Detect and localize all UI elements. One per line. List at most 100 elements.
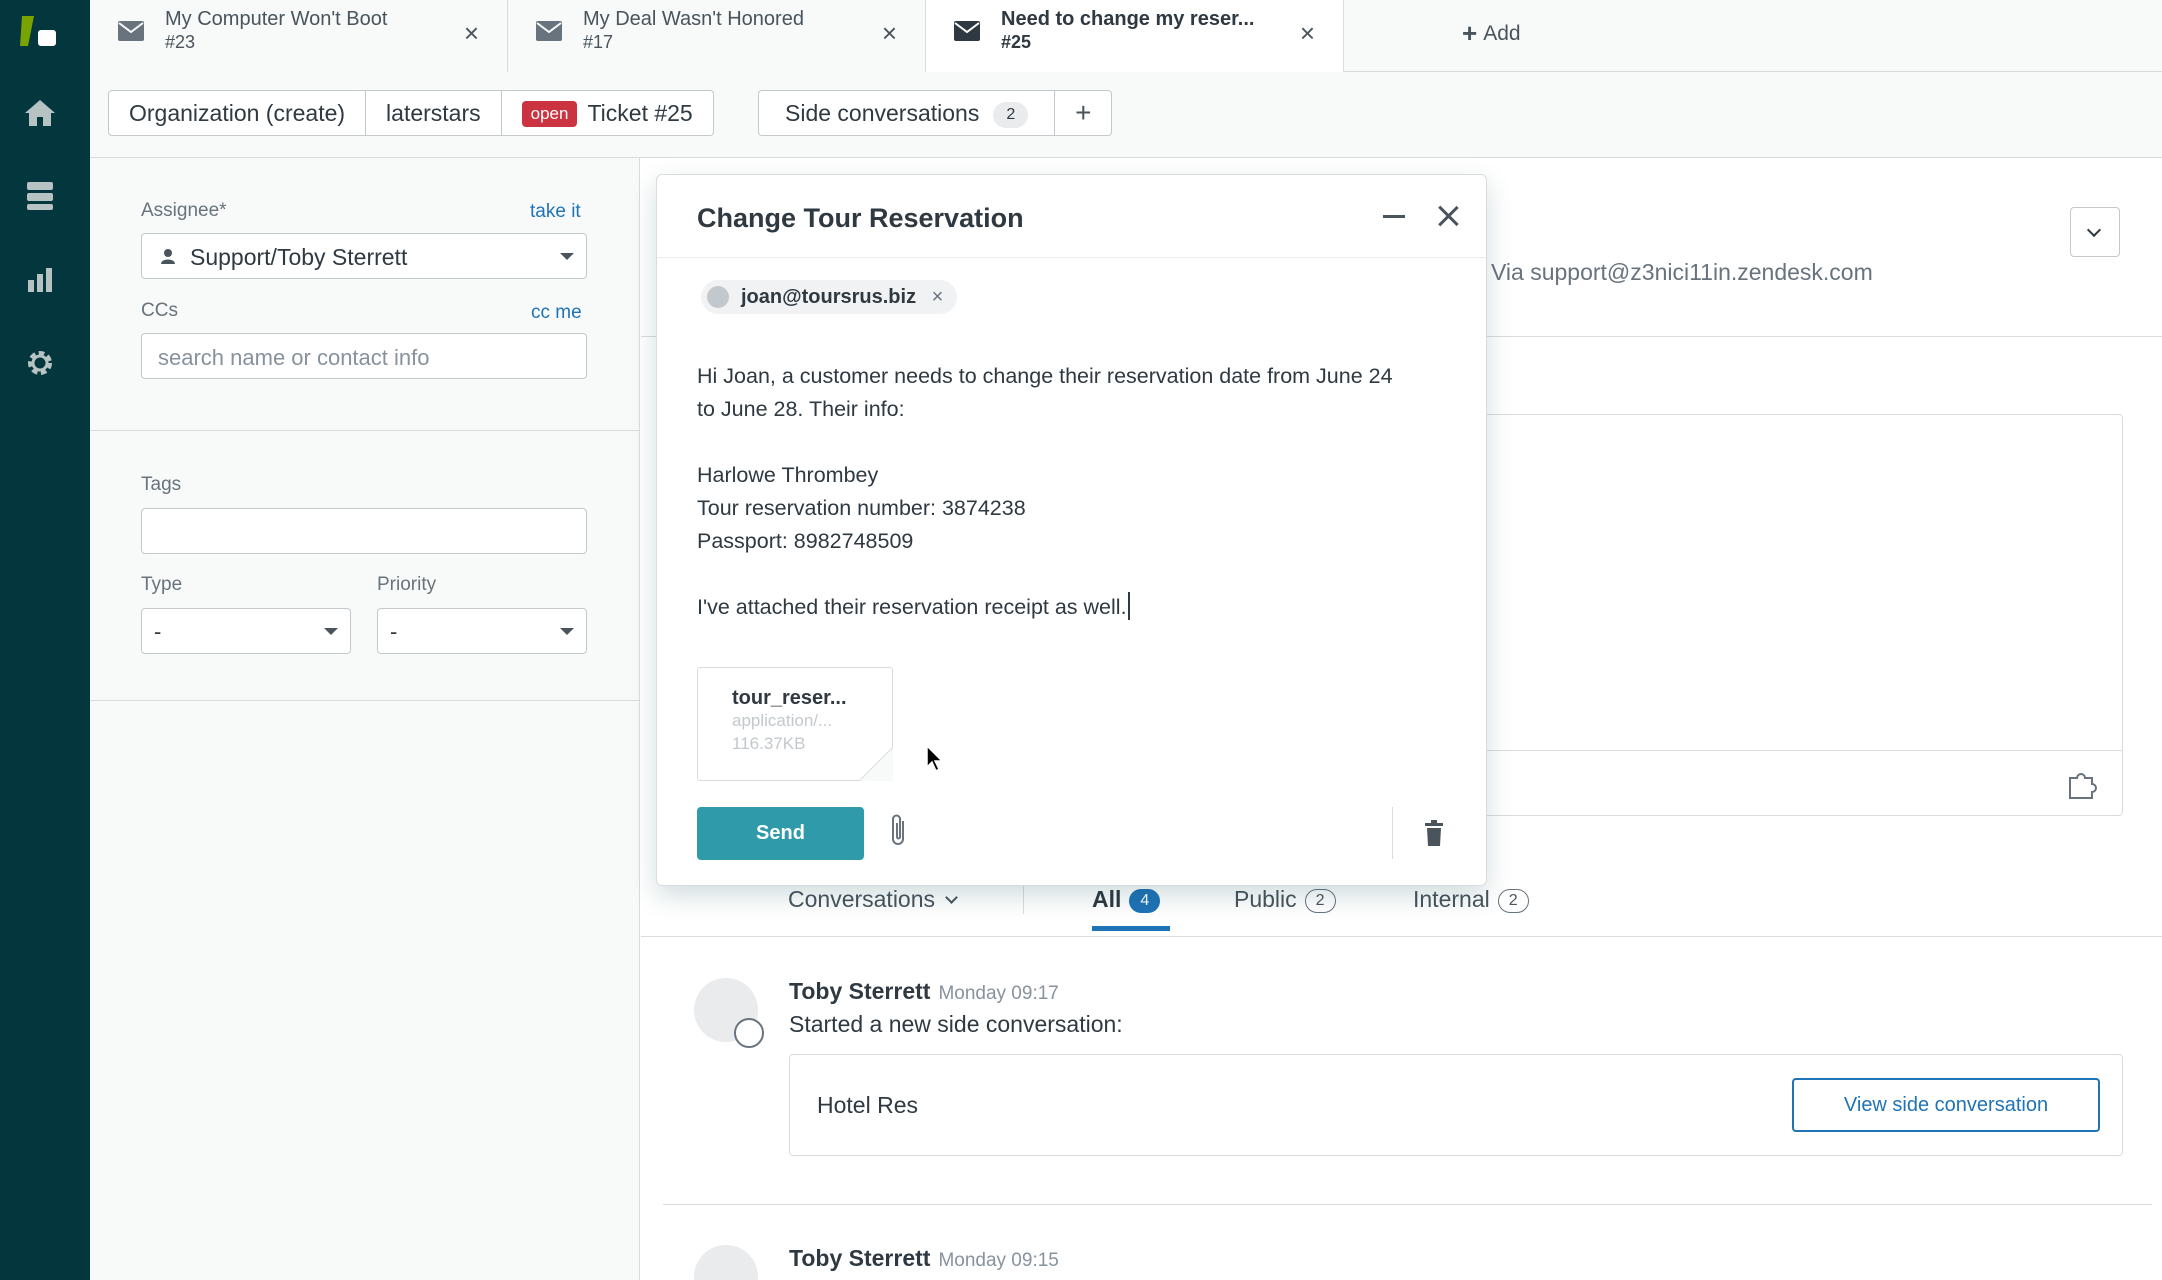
filter-tab-all[interactable]: All 4 xyxy=(1092,886,1161,913)
assignee-value: Support/Toby Sterrett xyxy=(190,244,408,270)
ticket-tab-number: #23 xyxy=(165,32,196,52)
conversation-filters: Conversations All 4 Public 2 Internal 2 xyxy=(641,884,2162,932)
event-text: Started a new side conversation: xyxy=(789,1011,1123,1037)
ticket-properties-panel: Assignee* take it Support/Toby Sterrett … xyxy=(90,158,640,1280)
type-label: Type xyxy=(141,574,183,595)
filter-tab-public[interactable]: Public 2 xyxy=(1234,886,1336,913)
close-tab-icon[interactable]: × xyxy=(464,18,479,49)
reply-composer[interactable] xyxy=(1476,414,2123,816)
attachment-type: application/... xyxy=(732,711,833,730)
send-button[interactable]: Send xyxy=(697,807,864,860)
side-conversations-button[interactable]: Side conversations 2 xyxy=(759,91,1056,135)
filter-all-label: All xyxy=(1092,886,1122,912)
recipient-chip[interactable]: joan@toursrus.biz × xyxy=(701,280,958,314)
type-value: - xyxy=(154,619,162,644)
home-icon[interactable] xyxy=(22,95,58,131)
new-side-conversation-button[interactable]: + xyxy=(1055,91,1111,135)
breadcrumb-requester[interactable]: laterstars xyxy=(366,91,502,135)
side-conversation-title: Hotel Res xyxy=(817,1092,918,1118)
ticket-tab-active[interactable]: Need to change my reser... #25 × xyxy=(926,0,1344,73)
view-side-conversation-button[interactable]: View side conversation xyxy=(1792,1078,2100,1132)
assignee-select[interactable]: Support/Toby Sterrett xyxy=(141,233,587,279)
assignee-label: Assignee* xyxy=(141,200,227,221)
breadcrumb-organization[interactable]: Organization (create) xyxy=(109,91,367,135)
filter-all-count: 4 xyxy=(1129,889,1161,913)
tags-label: Tags xyxy=(141,474,182,495)
event-author-name: Toby Sterrett xyxy=(789,978,931,1004)
divider xyxy=(1023,884,1024,914)
filter-public-count: 2 xyxy=(1304,889,1336,913)
add-tab-label: Add xyxy=(1483,22,1521,45)
message-line: Hi Joan, a customer needs to change thei… xyxy=(697,364,1393,388)
close-icon[interactable] xyxy=(1433,201,1463,231)
ticket-tab-number: #25 xyxy=(1001,32,1032,52)
close-tab-icon[interactable]: × xyxy=(1300,18,1315,49)
page-fold-icon xyxy=(859,747,893,781)
message-line: Tour reservation number: 3874238 xyxy=(697,496,1026,520)
chevron-down-icon xyxy=(560,628,574,635)
priority-value: - xyxy=(390,619,398,644)
via-channel: Via support@z3nici11in.zendesk.com xyxy=(1491,259,1873,285)
message-line: to June 28. Their info: xyxy=(697,397,905,421)
side-conversation-icon xyxy=(734,1018,764,1048)
views-icon[interactable] xyxy=(22,178,58,214)
recipient-avatar-icon xyxy=(707,286,729,308)
ticket-tab[interactable]: My Computer Won't Boot #23 × xyxy=(90,0,508,72)
message-line-last: I've attached their reservation receipt … xyxy=(697,591,1457,624)
zendesk-logo[interactable] xyxy=(18,12,62,52)
take-it-link[interactable]: take it xyxy=(530,201,581,223)
tags-input[interactable] xyxy=(141,508,587,554)
ccs-input[interactable]: search name or contact info xyxy=(141,333,587,379)
breadcrumb-row: Organization (create) laterstars open Tic… xyxy=(90,72,2162,158)
trash-icon[interactable] xyxy=(1423,820,1445,846)
conversations-dropdown[interactable]: Conversations xyxy=(788,886,958,913)
apps-puzzle-icon[interactable] xyxy=(2067,770,2099,800)
breadcrumb-ticket-label: Ticket #25 xyxy=(587,100,693,126)
chevron-down-icon xyxy=(560,253,574,260)
chevron-down-icon xyxy=(945,891,958,904)
mail-icon xyxy=(954,21,980,41)
ticket-options-button[interactable] xyxy=(2070,207,2120,257)
filter-tab-internal[interactable]: Internal 2 xyxy=(1413,886,1529,913)
message-body[interactable]: Hi Joan, a customer needs to change thei… xyxy=(697,360,1457,624)
close-tab-icon[interactable]: × xyxy=(882,18,897,49)
type-select[interactable]: - xyxy=(141,608,351,654)
side-conversation-subject[interactable]: Change Tour Reservation xyxy=(697,203,1024,234)
remove-recipient-icon[interactable]: × xyxy=(932,286,944,308)
ticket-tab-title: My Computer Won't Boot xyxy=(165,8,388,30)
filter-public-label: Public xyxy=(1234,886,1297,912)
attachment-card[interactable]: tour_reser... application/... 116.37KB xyxy=(697,667,893,781)
recipient-email: joan@toursrus.biz xyxy=(741,286,917,308)
divider xyxy=(657,257,1486,258)
add-tab-button[interactable]: + Add xyxy=(1462,18,1521,49)
message-line: I've attached their reservation receipt … xyxy=(697,595,1127,619)
message-line: Harlowe Thrombey xyxy=(697,463,879,487)
status-badge: open xyxy=(521,101,578,127)
priority-select[interactable]: - xyxy=(377,608,587,654)
nav-rail xyxy=(0,0,90,1280)
conversations-dropdown-label: Conversations xyxy=(788,886,936,912)
reporting-icon[interactable] xyxy=(22,262,58,298)
ticket-tab-title: My Deal Wasn't Honored xyxy=(583,8,804,30)
breadcrumb-ticket[interactable]: open Ticket #25 xyxy=(502,91,713,135)
side-conversation-modal: Change Tour Reservation joan@toursrus.bi… xyxy=(656,174,1487,886)
side-conversations-label: Side conversations xyxy=(785,100,980,126)
cc-me-link[interactable]: cc me xyxy=(531,302,582,324)
side-conversation-card: Hotel Res View side conversation xyxy=(789,1054,2123,1156)
divider xyxy=(663,1204,2152,1205)
admin-gear-icon[interactable] xyxy=(22,345,58,381)
mail-icon xyxy=(118,21,144,41)
mouse-cursor-icon xyxy=(926,745,944,773)
event-author-name: Toby Sterrett xyxy=(789,1245,931,1271)
avatar xyxy=(694,1245,758,1280)
minimize-icon[interactable] xyxy=(1383,215,1405,218)
ccs-placeholder: search name or contact info xyxy=(158,345,430,370)
divider xyxy=(90,700,640,701)
paperclip-icon[interactable] xyxy=(887,813,911,849)
ccs-label: CCs xyxy=(141,300,178,321)
event-author: Toby Sterrett Monday 09:15 xyxy=(789,1245,1059,1272)
plus-icon: + xyxy=(1462,18,1478,48)
event-author: Toby Sterrett Monday 09:17 xyxy=(789,978,1059,1005)
ticket-tab[interactable]: My Deal Wasn't Honored #17 × xyxy=(508,0,926,72)
active-tab-indicator xyxy=(1092,926,1170,931)
